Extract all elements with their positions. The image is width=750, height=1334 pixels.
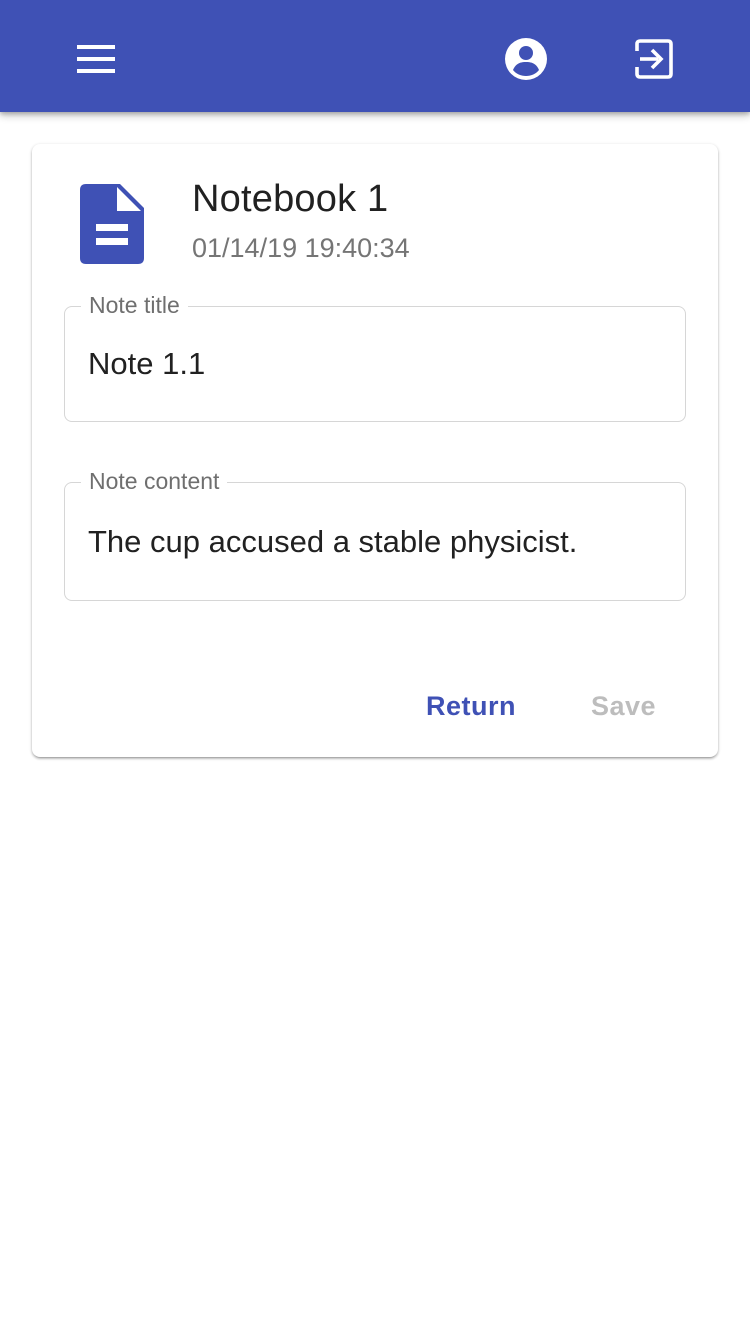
note-card: Notebook 1 01/14/19 19:40:34 Note title … bbox=[32, 144, 718, 757]
document-icon bbox=[80, 184, 144, 264]
note-title-input[interactable]: Note 1.1 bbox=[88, 307, 662, 421]
menu-icon bbox=[77, 45, 115, 73]
account-button[interactable] bbox=[490, 23, 562, 95]
note-title-field[interactable]: Note title Note 1.1 bbox=[64, 290, 686, 422]
app-bar bbox=[0, 0, 750, 112]
logout-button[interactable] bbox=[618, 23, 690, 95]
save-button[interactable]: Save bbox=[591, 684, 656, 728]
menu-button[interactable] bbox=[60, 23, 132, 95]
account-circle-icon bbox=[505, 38, 547, 80]
exit-to-app-icon bbox=[635, 39, 673, 79]
note-content-field[interactable]: Note content The cup accused a stable ph… bbox=[64, 466, 686, 601]
note-content-input[interactable]: The cup accused a stable physicist. bbox=[88, 483, 662, 600]
return-button[interactable]: Return bbox=[426, 684, 516, 728]
notebook-title: Notebook 1 bbox=[192, 178, 389, 220]
note-timestamp: 01/14/19 19:40:34 bbox=[192, 233, 410, 263]
